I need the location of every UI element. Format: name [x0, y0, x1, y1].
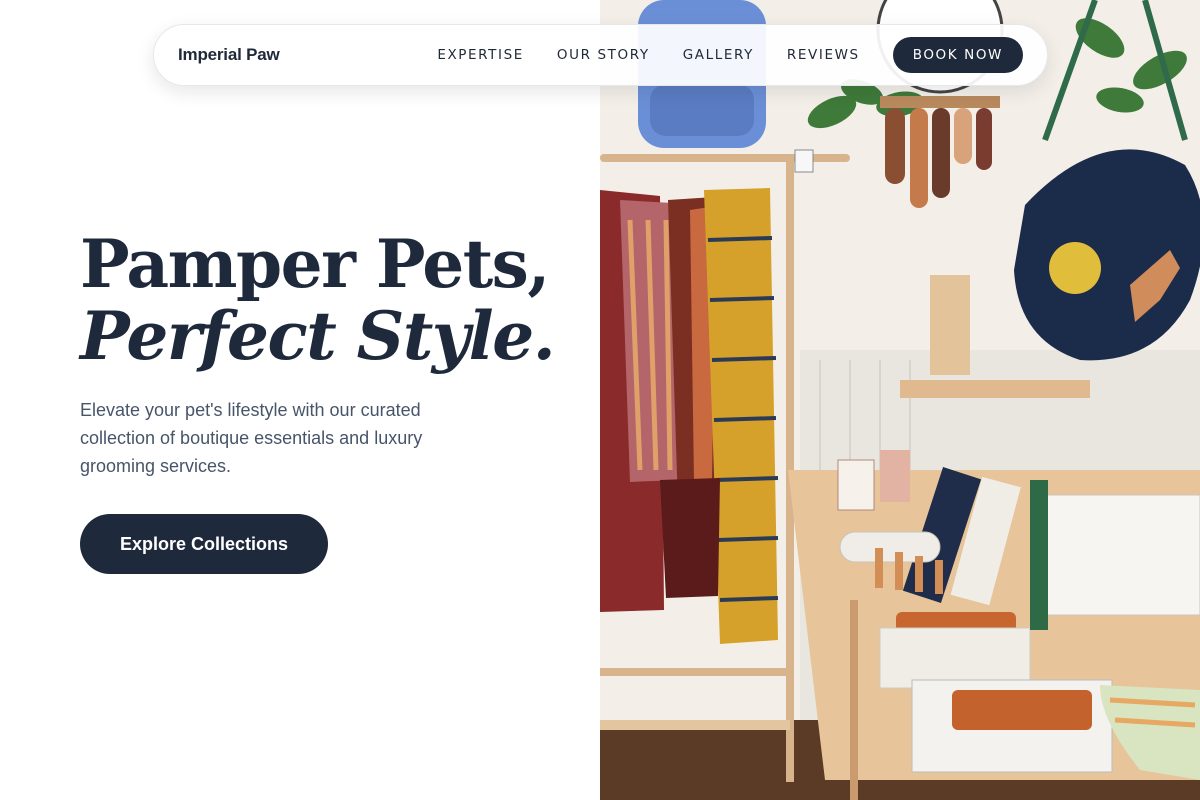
nav-links: EXPERTISE OUR STORY GALLERY REVIEWS BOOK…: [437, 37, 1023, 73]
explore-collections-button[interactable]: Explore Collections: [80, 514, 329, 574]
boutique-photo-illustration: [600, 0, 1200, 800]
nav-link-our-story[interactable]: OUR STORY: [557, 47, 650, 63]
nav-link-gallery[interactable]: GALLERY: [683, 47, 754, 63]
top-navigation: Imperial Paw EXPERTISE OUR STORY GALLERY…: [153, 24, 1048, 86]
book-now-button[interactable]: BOOK NOW: [892, 37, 1023, 73]
brand-logo-text[interactable]: Imperial Paw: [178, 45, 280, 65]
hero-title: Pamper Pets, Perfect Style.: [80, 228, 560, 372]
hero-title-line-2: Perfect Style.: [80, 297, 556, 375]
nav-link-expertise[interactable]: EXPERTISE: [437, 47, 524, 63]
hero-photo: [600, 0, 1200, 800]
hero-section: Pamper Pets, Perfect Style. Elevate your…: [80, 228, 560, 574]
hero-subtitle: Elevate your pet's lifestyle with our cu…: [80, 400, 423, 476]
hero-title-line-1: Pamper Pets,: [80, 225, 550, 303]
nav-link-reviews[interactable]: REVIEWS: [787, 47, 860, 63]
